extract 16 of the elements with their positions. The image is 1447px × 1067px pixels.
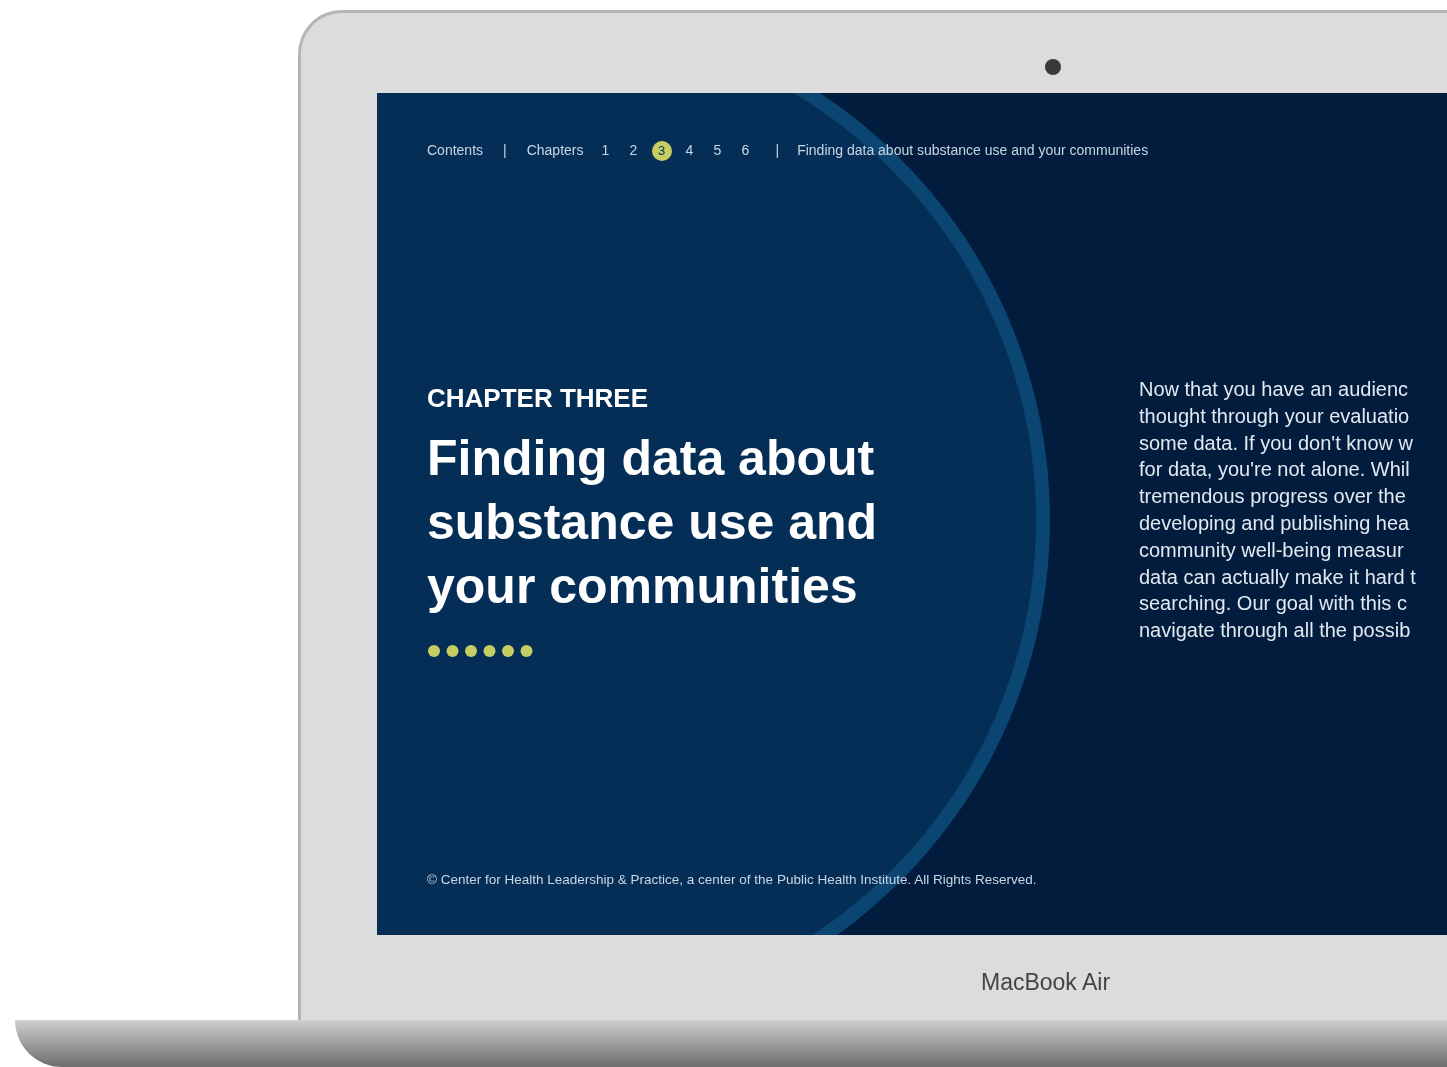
chapter-eyebrow: CHAPTER THREE — [427, 382, 649, 415]
chapter-link[interactable]: 5 — [707, 140, 728, 161]
chapter-link[interactable]: 6 — [735, 140, 756, 161]
copyright-text: © Center for Health Leadership & Practice, a center of the Public Health Institute. All Rights Reserved. — [427, 870, 1038, 889]
chapter-title: Finding data about substance use and your communities — [427, 429, 879, 616]
current-chapter-link[interactable]: Finding data about substance use and your communities — [797, 140, 1149, 161]
chapter-link[interactable]: 1 — [595, 140, 616, 161]
chapters-label: Chapters — [526, 141, 584, 160]
separator: | — [775, 141, 780, 160]
chapter-link[interactable]: 2 — [623, 140, 644, 161]
device-label: MacBook Air — [981, 968, 1111, 997]
camera-icon — [1045, 59, 1061, 75]
separator: | — [503, 141, 507, 160]
chapter-link[interactable]: 4 — [679, 140, 700, 161]
contents-link[interactable]: Contents — [427, 140, 484, 161]
intro-paragraph: Now that you have an audienc thought through your evaluatio some data. If you don't know w for data, you're not alone. Whil tremendous progress over the developing and publishing hea community well-being measur data can actually make it hard t searching. Our goal with this c navigate through all the possib — [1139, 377, 1416, 644]
